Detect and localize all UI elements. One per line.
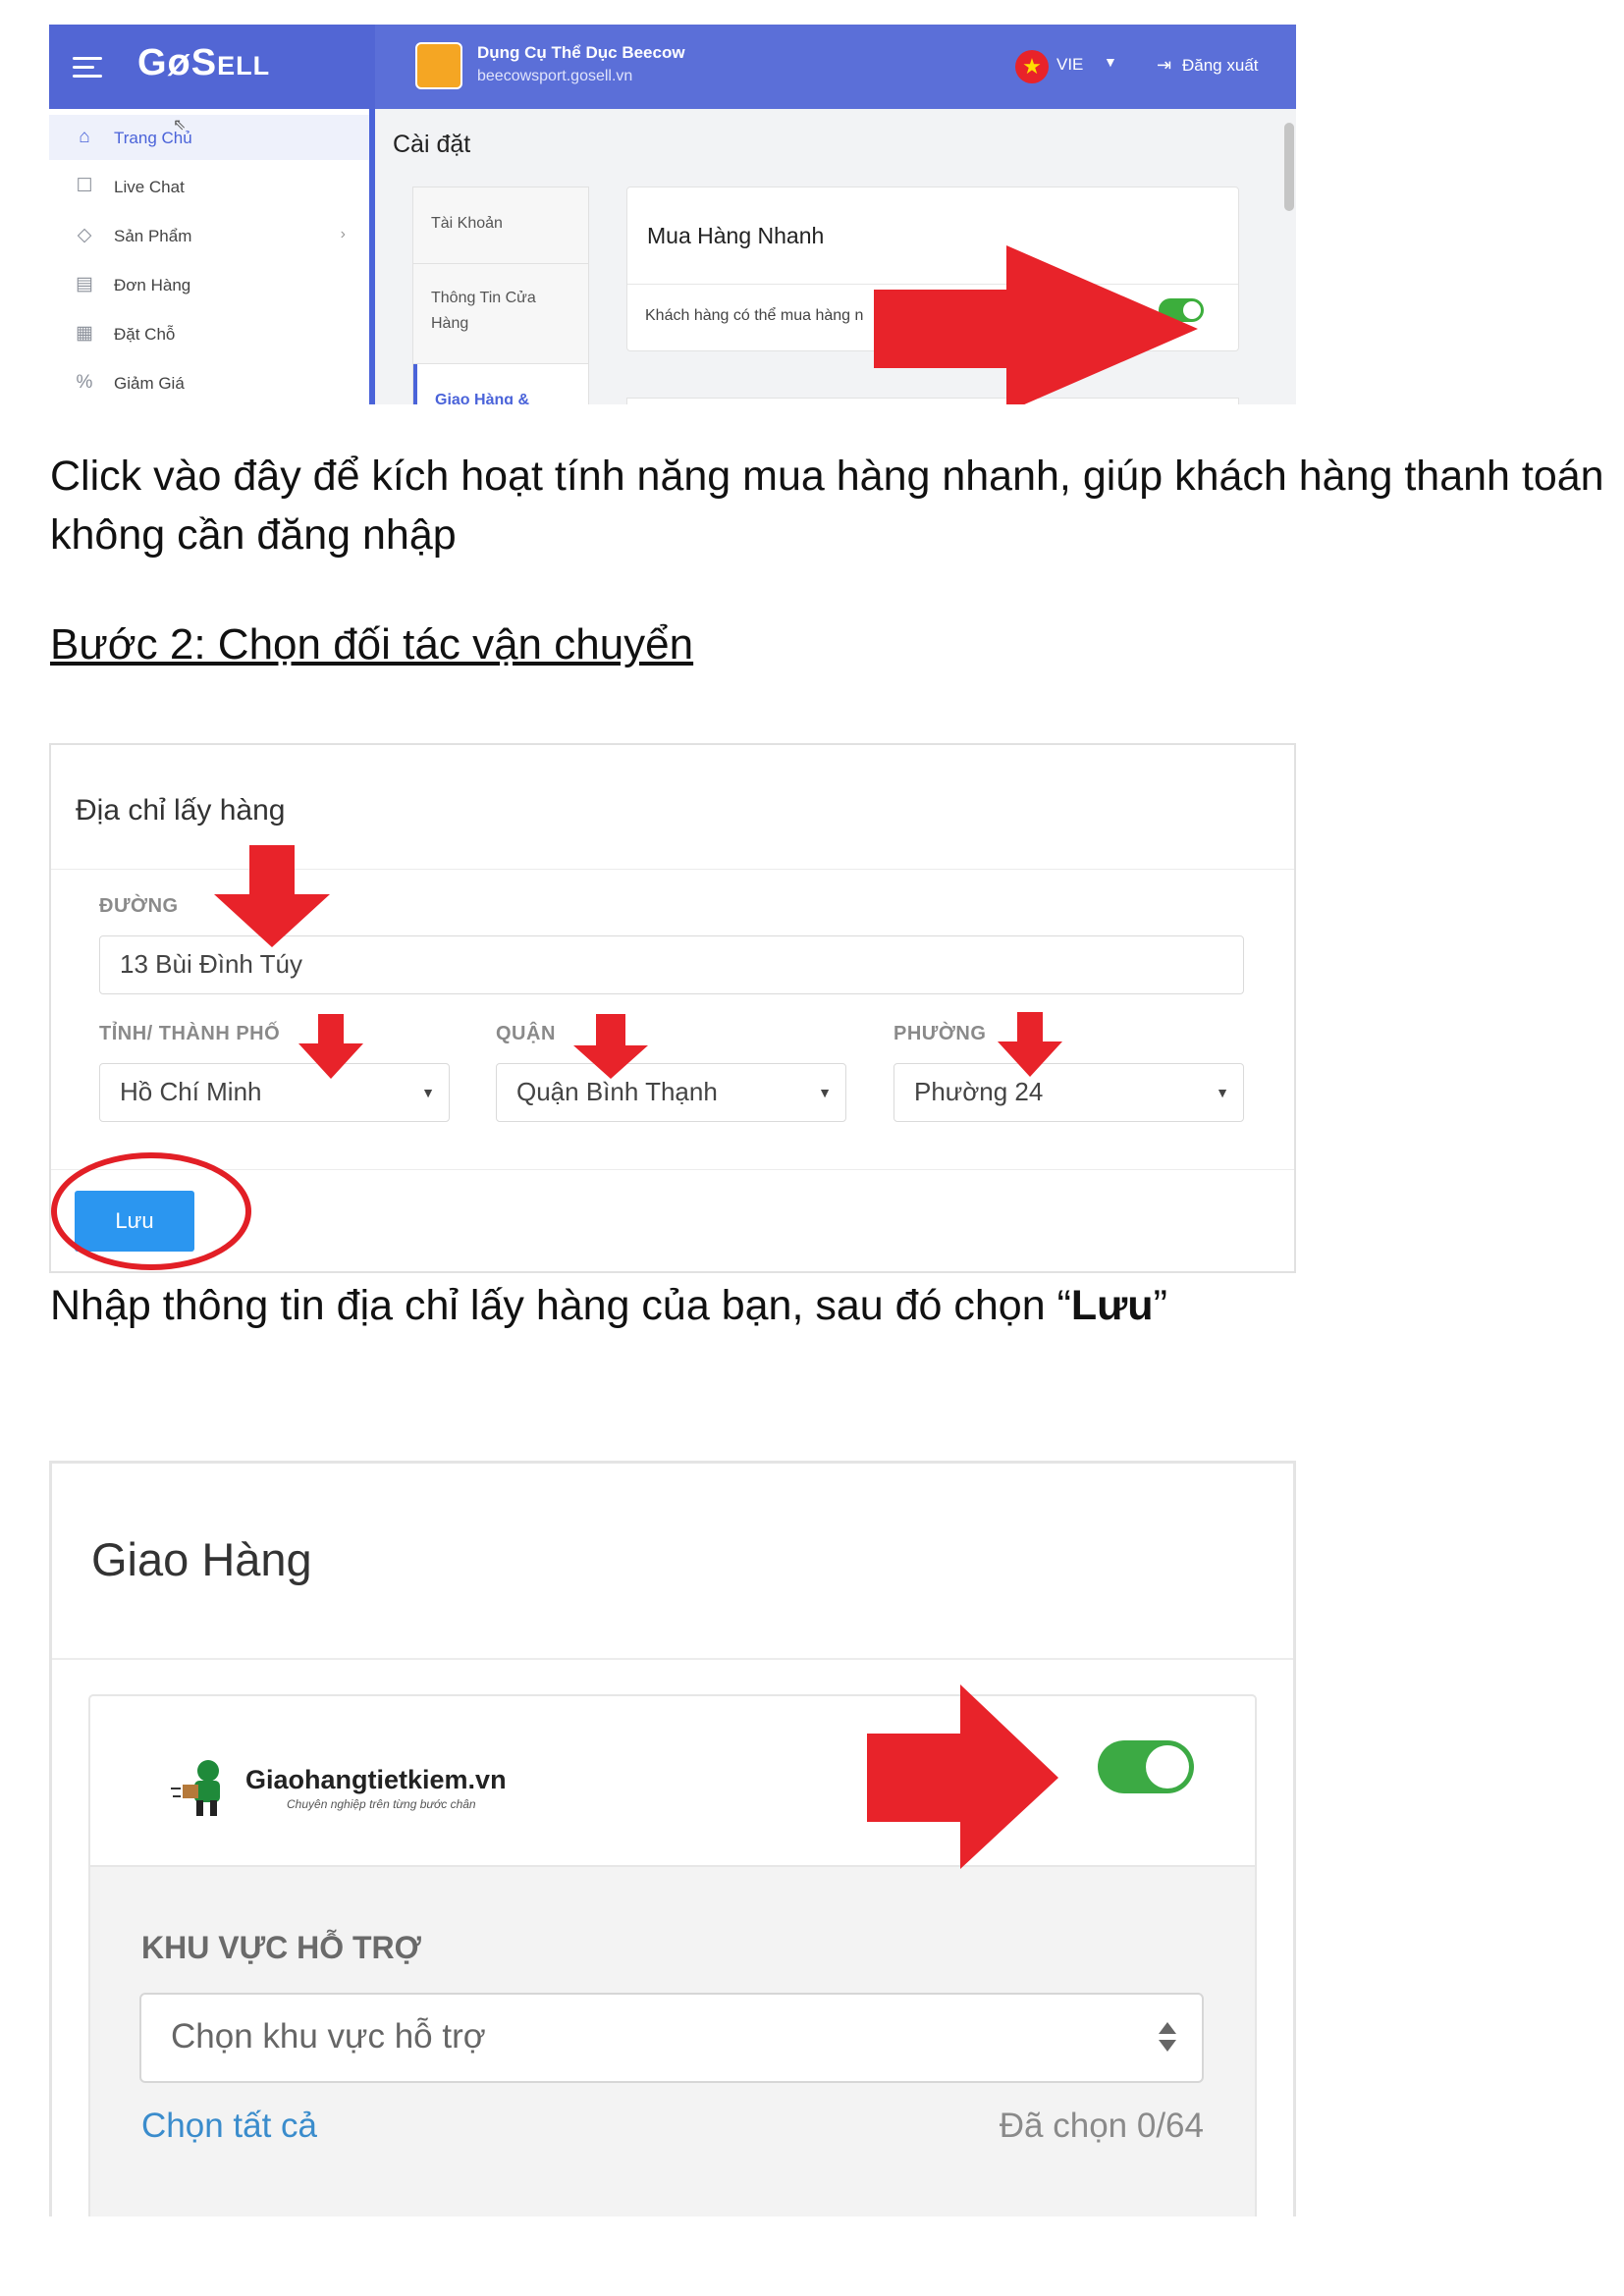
- scrollbar[interactable]: [1284, 123, 1294, 211]
- gosell-logo: GøSELL: [137, 42, 271, 83]
- select-all-link[interactable]: Chọn tất cả: [141, 2107, 317, 2146]
- red-arrow-down-icon: [214, 845, 330, 947]
- instruction-text-2-pre: Nhập thông tin địa chỉ lấy hàng của bạn,…: [50, 1282, 1071, 1329]
- shop-avatar: [415, 42, 462, 89]
- caret-down-icon: ▼: [1216, 1085, 1229, 1100]
- district-label: QUẬN: [496, 1023, 556, 1044]
- city-label: TỈNH/ THÀNH PHỐ: [99, 1023, 281, 1044]
- red-arrow-down-icon: [298, 1014, 363, 1079]
- ward-value: Phường 24: [914, 1077, 1044, 1106]
- sidebar-item-label: Giảm Giá: [114, 374, 185, 393]
- provider-name: Giaohangtietkiem.vn: [245, 1765, 507, 1794]
- red-arrow-down-icon: [998, 1012, 1062, 1077]
- shop-name: Dụng Cụ Thể Dục Beecow: [477, 43, 685, 62]
- instruction-text-2-bold: Lưu: [1070, 1282, 1154, 1329]
- city-value: Hồ Chí Minh: [120, 1077, 262, 1106]
- sidebar-item-live-chat[interactable]: ☐ Live Chat: [49, 164, 375, 209]
- region-placeholder: Chọn khu vực hỗ trợ: [171, 2017, 486, 2056]
- mouse-cursor-icon: ⇖: [173, 117, 187, 133]
- discount-icon: %: [76, 372, 93, 393]
- sidebar-item-discounts[interactable]: % Giảm Giá: [49, 360, 375, 404]
- instruction-text-2: Nhập thông tin địa chỉ lấy hàng của bạn,…: [50, 1276, 1167, 1335]
- caret-down-icon: ▼: [818, 1085, 832, 1100]
- hamburger-icon[interactable]: [73, 57, 102, 79]
- tab-account[interactable]: Tài Khoản: [413, 187, 588, 264]
- toggle-knob: [1146, 1745, 1189, 1789]
- pickup-address-screenshot: Địa chỉ lấy hàng ĐƯỜNG 13 Bùi Đình Túy T…: [49, 743, 1296, 1273]
- language-selector[interactable]: VIE: [1056, 55, 1083, 75]
- highlight-circle: [51, 1152, 251, 1270]
- calendar-icon: ▦: [76, 323, 93, 344]
- red-arrow-right-icon: [867, 1684, 1058, 1869]
- sidebar-item-orders[interactable]: ▤ Đơn Hàng: [49, 262, 375, 307]
- caret-down-icon: ▼: [421, 1085, 435, 1100]
- provider-header: Giaohangtietkiem.vn Chuyên nghiệp trên t…: [90, 1696, 1255, 1867]
- tag-icon: ◇: [77, 225, 92, 245]
- street-label: ĐƯỜNG: [99, 895, 179, 917]
- gosell-settings-screenshot: GøSELL Dụng Cụ Thể Dục Beecow beecowspor…: [49, 25, 1296, 404]
- sidebar-item-label: Đơn Hàng: [114, 276, 191, 294]
- document-icon: ▤: [76, 274, 93, 294]
- sidebar-item-label: Sản Phẩm: [114, 227, 192, 245]
- instruction-text-1: Click vào đây để kích hoạt tính năng mua…: [50, 453, 1604, 559]
- divider: [51, 1169, 1294, 1170]
- shipping-title: Giao Hàng: [91, 1533, 312, 1585]
- provider-tagline: Chuyên nghiệp trên từng bước chân: [287, 1797, 476, 1811]
- sidebar-item-products[interactable]: ◇ Sản Phẩm ›: [49, 213, 375, 258]
- provider-card: Giaohangtietkiem.vn Chuyên nghiệp trên t…: [88, 1694, 1257, 2216]
- quick-buy-title: Mua Hàng Nhanh: [647, 223, 825, 248]
- logout-icon[interactable]: ⇥: [1157, 55, 1171, 76]
- step-2-heading: Bước 2: Chọn đối tác vận chuyển: [50, 620, 694, 668]
- instruction-text-2-post: ”: [1153, 1282, 1167, 1329]
- caret-down-icon[interactable]: ▼: [1104, 54, 1117, 70]
- settings-tabs: Tài Khoản Thông Tin Cửa Hàng Giao Hàng &: [412, 187, 589, 404]
- home-icon: ⌂: [79, 127, 90, 147]
- sidebar-item-label: Đặt Chỗ: [114, 325, 176, 344]
- sidebar-item-label: Live Chat: [114, 178, 185, 196]
- shop-url: beecowsport.gosell.vn: [477, 68, 633, 84]
- district-value: Quận Bình Thạnh: [516, 1077, 718, 1106]
- shipping-screenshot: Giao Hàng Giaohangtietkiem.vn Chuyên ngh…: [49, 1461, 1296, 2216]
- ward-label: PHƯỜNG: [893, 1023, 987, 1044]
- vietnam-flag-icon[interactable]: ★: [1015, 50, 1049, 83]
- city-select[interactable]: Hồ Chí Minh ▼: [99, 1063, 450, 1122]
- divider: [52, 1658, 1293, 1660]
- sidebar-item-reservations[interactable]: ▦ Đặt Chỗ: [49, 311, 375, 356]
- sidebar-item-home[interactable]: ⌂ Trang Chủ: [49, 115, 375, 160]
- ward-select[interactable]: Phường 24 ▼: [893, 1063, 1244, 1122]
- selected-count: Đã chọn 0/64: [999, 2107, 1204, 2145]
- quick-buy-description: Khách hàng có thể mua hàng n: [645, 307, 864, 324]
- settings-title: Cài đặt: [393, 131, 471, 158]
- tab-store-info[interactable]: Thông Tin Cửa Hàng: [413, 264, 588, 364]
- region-select[interactable]: Chọn khu vực hỗ trợ: [139, 1993, 1204, 2083]
- pickup-address-title: Địa chỉ lấy hàng: [76, 794, 286, 827]
- region-label: KHU VỰC HỖ TRỢ: [141, 1930, 421, 1965]
- district-select[interactable]: Quận Bình Thạnh ▼: [496, 1063, 846, 1122]
- chevron-right-icon: ›: [340, 226, 346, 242]
- logout-link[interactable]: Đăng xuất: [1182, 56, 1259, 76]
- chat-icon: ☐: [76, 176, 93, 196]
- sort-arrows-icon: [1159, 2022, 1176, 2052]
- content-divider: [369, 109, 375, 404]
- red-arrow-down-icon: [573, 1014, 648, 1079]
- provider-toggle[interactable]: [1098, 1740, 1194, 1793]
- ghtk-mascot-icon: [171, 1760, 220, 1816]
- sidebar: ⌂ Trang Chủ ☐ Live Chat ◇ Sản Phẩm › ▤ Đ…: [49, 109, 375, 404]
- tab-shipping[interactable]: Giao Hàng &: [413, 364, 588, 404]
- red-arrow-right-icon: [874, 245, 1198, 404]
